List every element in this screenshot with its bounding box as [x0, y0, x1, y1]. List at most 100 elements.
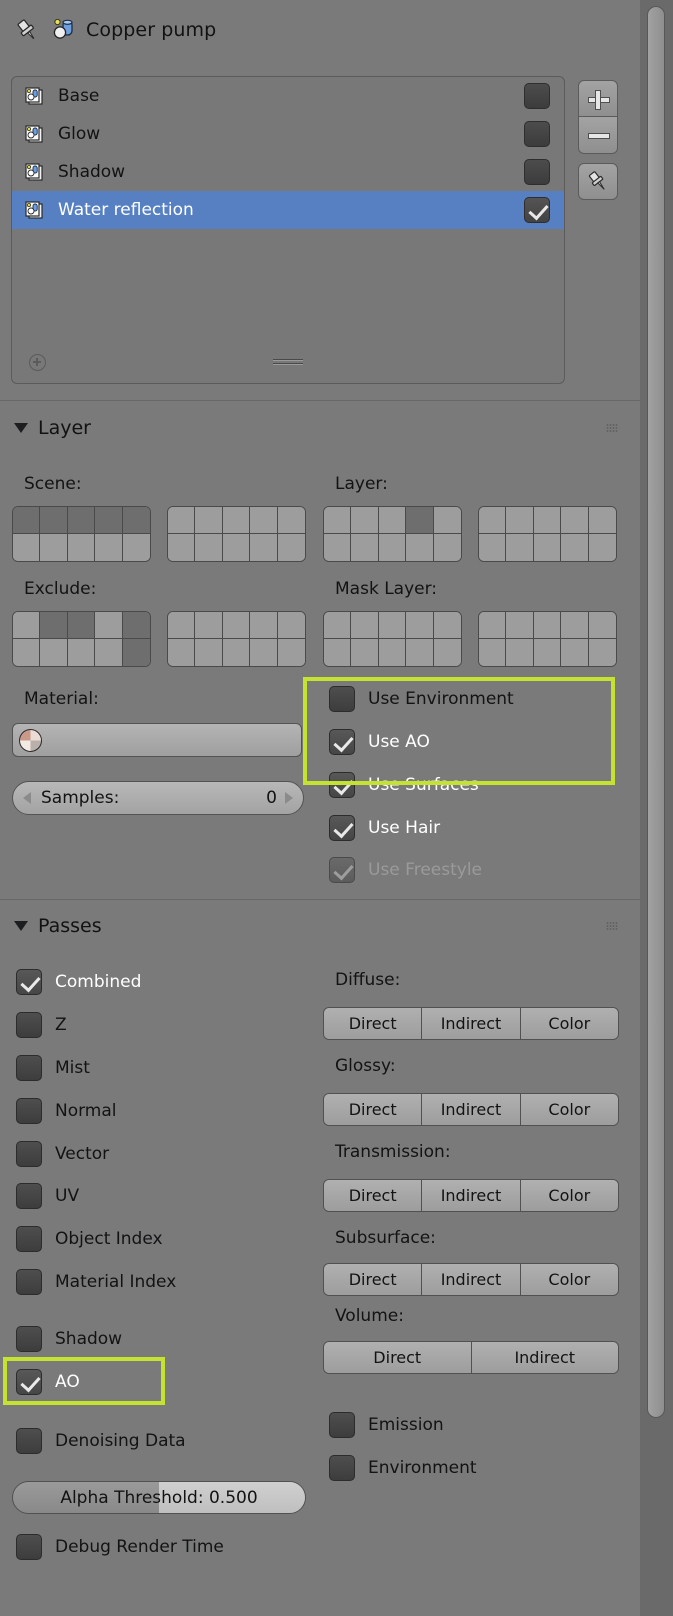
- scene-layers-grid-b[interactable]: [167, 506, 306, 562]
- panel-drag-grip[interactable]: [606, 921, 618, 931]
- passes-panel-header[interactable]: Passes: [0, 905, 640, 947]
- subsurface-indirect-button[interactable]: Indirect: [422, 1264, 521, 1295]
- checkbox-icon[interactable]: [16, 1269, 42, 1295]
- transmission-pass-buttons[interactable]: Direct Indirect Color: [323, 1179, 619, 1212]
- render-layer-enable-toggle[interactable]: [524, 121, 550, 147]
- pass-mist[interactable]: Mist: [16, 1053, 90, 1083]
- remove-render-layer-button[interactable]: [578, 117, 618, 154]
- subsurface-pass-buttons[interactable]: Direct Indirect Color: [323, 1263, 619, 1296]
- checkbox-icon[interactable]: [16, 1534, 42, 1560]
- render-layer-icon: [23, 123, 46, 146]
- alpha-threshold-slider[interactable]: Alpha Threshold: 0.500: [12, 1481, 306, 1514]
- diffuse-direct-button[interactable]: Direct: [324, 1008, 423, 1039]
- use-hair-checkbox[interactable]: Use Hair: [329, 813, 440, 843]
- glossy-color-button[interactable]: Color: [520, 1094, 618, 1125]
- filter-plus-icon[interactable]: [29, 354, 46, 371]
- material-field[interactable]: [12, 723, 302, 757]
- render-layer-enable-toggle[interactable]: [524, 159, 550, 185]
- list-item-selected[interactable]: Water reflection: [12, 191, 564, 229]
- mask-layers-grid-a[interactable]: [323, 611, 462, 667]
- subsurface-color-button[interactable]: Color: [520, 1264, 618, 1295]
- render-layer-enable-toggle[interactable]: [524, 197, 550, 223]
- exclude-layers-grid-a[interactable]: [12, 611, 151, 667]
- use-ao-checkbox[interactable]: Use AO: [329, 727, 430, 757]
- pass-debug-render-time[interactable]: Debug Render Time: [16, 1532, 224, 1562]
- render-layer-enable-toggle[interactable]: [524, 83, 550, 109]
- glossy-direct-button[interactable]: Direct: [324, 1094, 423, 1125]
- panel-drag-grip[interactable]: [606, 423, 618, 433]
- checkbox-icon[interactable]: [329, 729, 355, 755]
- samples-stepper[interactable]: Samples: 0: [12, 781, 304, 815]
- checkbox-icon[interactable]: [16, 1226, 42, 1252]
- resize-grip[interactable]: [273, 359, 303, 367]
- transmission-color-button[interactable]: Color: [520, 1180, 618, 1211]
- pass-material-index[interactable]: Material Index: [16, 1267, 176, 1297]
- checkbox-icon[interactable]: [16, 1055, 42, 1081]
- list-item-label: Base: [58, 86, 100, 106]
- checkbox-icon[interactable]: [16, 1369, 42, 1395]
- exclude-layers-grid-b[interactable]: [167, 611, 306, 667]
- pin-icon[interactable]: [14, 17, 40, 43]
- list-item[interactable]: Base: [12, 77, 564, 115]
- pass-z-label: Z: [55, 1015, 67, 1035]
- pass-z[interactable]: Z: [16, 1010, 67, 1040]
- checkbox-icon[interactable]: [16, 969, 42, 995]
- diffuse-color-button[interactable]: Color: [520, 1008, 618, 1039]
- pass-uv[interactable]: UV: [16, 1181, 79, 1211]
- pass-combined[interactable]: Combined: [16, 967, 141, 997]
- transmission-label: Transmission:: [335, 1142, 451, 1162]
- checkbox-icon[interactable]: [329, 772, 355, 798]
- use-surfaces-checkbox[interactable]: Use Surfaces: [329, 770, 479, 800]
- render-layer-list[interactable]: Base Glow Shadow Water reflection: [11, 76, 565, 384]
- checkbox-icon[interactable]: [329, 1455, 355, 1481]
- diffuse-indirect-button[interactable]: Indirect: [422, 1008, 521, 1039]
- render-layers-icon: [50, 17, 76, 43]
- checkbox-icon[interactable]: [16, 1326, 42, 1352]
- pass-environment[interactable]: Environment: [329, 1453, 477, 1483]
- checkbox-icon[interactable]: [329, 815, 355, 841]
- scrollbar-thumb[interactable]: [647, 6, 665, 1418]
- transmission-direct-button[interactable]: Direct: [324, 1180, 423, 1211]
- checkbox-icon[interactable]: [16, 1012, 42, 1038]
- add-render-layer-button[interactable]: [578, 80, 618, 117]
- pass-debug-render-time-label: Debug Render Time: [55, 1537, 224, 1557]
- diffuse-pass-buttons[interactable]: Direct Indirect Color: [323, 1007, 619, 1040]
- exclude-layers-label: Exclude:: [24, 579, 97, 599]
- layer-layers-grid-a[interactable]: [323, 506, 462, 562]
- checkbox-icon[interactable]: [16, 1428, 42, 1454]
- pass-environment-label: Environment: [368, 1458, 477, 1478]
- panel-divider: [0, 400, 640, 401]
- pass-shadow[interactable]: Shadow: [16, 1324, 122, 1354]
- pass-denoising-data[interactable]: Denoising Data: [16, 1426, 186, 1456]
- mask-layers-grid-b[interactable]: [478, 611, 617, 667]
- checkbox-icon[interactable]: [329, 686, 355, 712]
- render-layer-side-buttons: [578, 80, 618, 200]
- pin-render-layer-button[interactable]: [578, 163, 618, 200]
- checkbox-icon[interactable]: [16, 1183, 42, 1209]
- pass-ao[interactable]: AO: [16, 1367, 80, 1397]
- layer-layers-grid-b[interactable]: [478, 506, 617, 562]
- pass-emission[interactable]: Emission: [329, 1410, 444, 1440]
- chevron-left-icon[interactable]: [23, 792, 31, 804]
- pass-object-index[interactable]: Object Index: [16, 1224, 163, 1254]
- mask-layers-label: Mask Layer:: [335, 579, 438, 599]
- checkbox-icon[interactable]: [16, 1098, 42, 1124]
- volume-direct-button[interactable]: Direct: [324, 1342, 472, 1373]
- list-item[interactable]: Glow: [12, 115, 564, 153]
- checkbox-icon[interactable]: [16, 1141, 42, 1167]
- volume-indirect-button[interactable]: Indirect: [471, 1342, 618, 1373]
- pass-vector[interactable]: Vector: [16, 1139, 109, 1169]
- pass-normal[interactable]: Normal: [16, 1096, 117, 1126]
- volume-pass-buttons[interactable]: Direct Indirect: [323, 1341, 619, 1374]
- subsurface-direct-button[interactable]: Direct: [324, 1264, 423, 1295]
- checkbox-icon[interactable]: [329, 1412, 355, 1438]
- layer-panel-header[interactable]: Layer: [0, 407, 640, 449]
- chevron-right-icon[interactable]: [285, 792, 293, 804]
- scene-layers-grid-a[interactable]: [12, 506, 151, 562]
- use-environment-checkbox[interactable]: Use Environment: [329, 684, 514, 714]
- glossy-indirect-button[interactable]: Indirect: [422, 1094, 521, 1125]
- list-item[interactable]: Shadow: [12, 153, 564, 191]
- glossy-pass-buttons[interactable]: Direct Indirect Color: [323, 1093, 619, 1126]
- transmission-indirect-button[interactable]: Indirect: [422, 1180, 521, 1211]
- pass-normal-label: Normal: [55, 1101, 117, 1121]
